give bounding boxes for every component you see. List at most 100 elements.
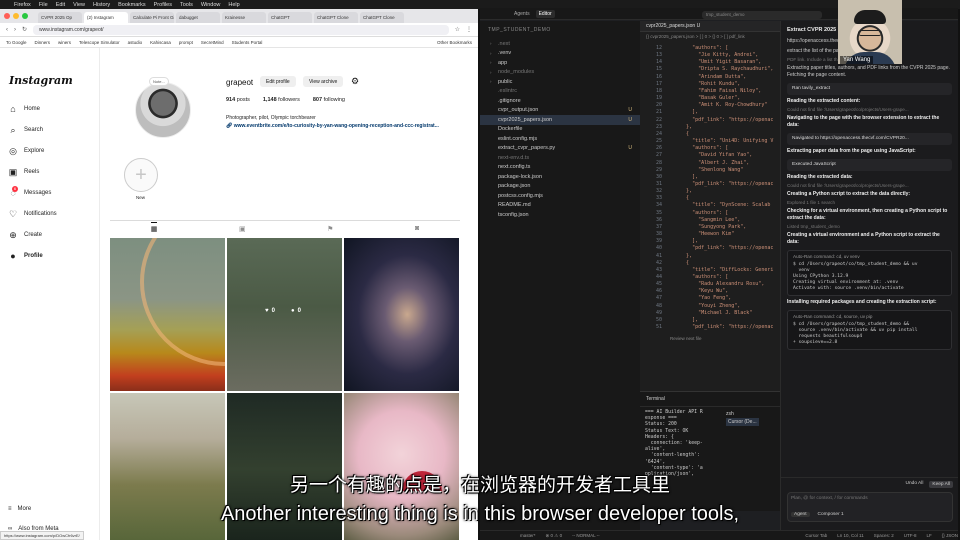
back-icon[interactable]: ‹ <box>6 27 8 33</box>
file-item[interactable]: tsconfig.json <box>480 210 640 220</box>
bookmark-item[interactable]: Students Portal <box>232 40 263 45</box>
code-line[interactable]: 17 "Rohit Kundu", <box>640 81 773 88</box>
sidebar-item-profile[interactable]: ● Profile <box>8 251 42 261</box>
browser-tab[interactable]: CVPR 2025 Op <box>38 12 82 23</box>
file-item[interactable]: › app <box>480 58 640 68</box>
bookmark-item[interactable]: winers <box>58 40 71 45</box>
code-line[interactable]: 50 ], <box>640 317 773 324</box>
menu-edit[interactable]: Edit <box>56 2 65 8</box>
code-line[interactable]: 12 "authors": [ <box>640 45 773 52</box>
code-line[interactable]: 51 "pdf_link": "https://openac <box>640 324 773 331</box>
code-line[interactable]: 31 "pdf_link": "https://openac <box>640 181 773 188</box>
note-bubble[interactable]: Note... <box>149 77 169 86</box>
sidebar-item-reels[interactable]: ▣ Reels <box>8 167 40 177</box>
code-line[interactable]: 18 "Fahim Faisal Niloy", <box>640 88 773 95</box>
bookmark-item[interactable]: Dinners <box>35 40 51 45</box>
code-line[interactable]: 43 "title": "DiffLocks: Generi <box>640 267 773 274</box>
code-line[interactable]: 20 "Amit K. Roy-Chowdhury" <box>640 102 773 109</box>
problems-count[interactable]: ⊗ 0 ⚠ 0 <box>546 533 563 539</box>
forward-icon[interactable]: › <box>14 27 16 33</box>
view-archive-button[interactable]: View archive <box>303 76 344 87</box>
new-highlight-button[interactable]: + <box>124 158 158 192</box>
code-line[interactable]: 33 { <box>640 195 773 202</box>
sidebar-item-explore[interactable]: ◎ Explore <box>8 146 44 156</box>
code-line[interactable]: 37 "Sungyong Park", <box>640 224 773 231</box>
file-item[interactable]: package-lock.json <box>480 172 640 182</box>
bookmark-item[interactable]: SecretMind <box>201 40 224 45</box>
code-line[interactable]: 23 }, <box>640 124 773 131</box>
followers-count[interactable]: 1,148 followers <box>263 97 300 103</box>
file-item[interactable]: › .next <box>480 39 640 49</box>
extensions-icon[interactable]: ⋮ <box>466 26 472 33</box>
file-item[interactable]: README.md <box>480 201 640 211</box>
cursor-position[interactable]: Ln 10, Col 11 <box>837 533 863 538</box>
code-line[interactable]: 19 "Basak Guler", <box>640 95 773 102</box>
code-line[interactable]: 25 "title": "Uni4D: Unifying V <box>640 138 773 145</box>
browser-tab[interactable]: ChatGPT Clone <box>360 12 404 23</box>
menu-view[interactable]: View <box>73 2 85 8</box>
file-item[interactable]: package.json <box>480 182 640 192</box>
browser-tab[interactable]: Krainesse <box>222 12 266 23</box>
file-item[interactable]: › public <box>480 77 640 87</box>
code-line[interactable]: 13 "Jie Kitty, Andrei", <box>640 52 773 59</box>
file-item[interactable]: next.config.ts <box>480 163 640 173</box>
code-line[interactable]: 35 "authors": [ <box>640 210 773 217</box>
bookmark-item[interactable]: Telescope Simulator <box>79 40 120 45</box>
indentation[interactable]: Spaces: 2 <box>874 533 894 538</box>
file-item[interactable]: postcss.config.mjs <box>480 191 640 201</box>
bookmark-item[interactable]: astudio <box>128 40 143 45</box>
reload-icon[interactable]: ↻ <box>22 26 27 33</box>
code-line[interactable]: 30 ], <box>640 174 773 181</box>
sidebar-item-create[interactable]: ⊕ Create <box>8 230 42 240</box>
instagram-logo[interactable]: Instagram <box>9 74 73 87</box>
code-line[interactable]: 29 "Shenlong Wang" <box>640 167 773 174</box>
git-branch[interactable]: master* <box>520 533 536 538</box>
saved-tab-icon[interactable]: ⚑ <box>327 225 333 233</box>
post-thumbnail[interactable]: ♥ 0 ● 0 <box>227 238 342 391</box>
command-block[interactable]: Auto-Ran command: cd, source, uv pip $ cd… <box>787 310 952 350</box>
code-line[interactable]: 44 "authors": [ <box>640 274 773 281</box>
terminal-session-cursor[interactable]: Cursor (De... <box>726 418 759 426</box>
tab-editor[interactable]: Editor <box>535 9 555 18</box>
browser-tab[interactable]: dabugget <box>176 12 220 23</box>
tool-call-chip[interactable]: Ran tavily_extract <box>787 83 952 95</box>
review-next-file-hint[interactable]: Review next file <box>670 335 702 342</box>
language-mode[interactable]: {} JSON <box>942 533 958 538</box>
code-content[interactable]: 12 "authors": [13 "Jie Kitty, Andrei", 14… <box>640 45 773 341</box>
tool-call-chip[interactable]: Executed JavaScript <box>787 159 952 171</box>
code-line[interactable]: 47 "Yao Feng", <box>640 295 773 302</box>
terminal-session-zsh[interactable]: zsh <box>726 410 759 418</box>
code-line[interactable]: 45 "Radu Alexandru Rosu", <box>640 281 773 288</box>
bookmark-star-icon[interactable]: ☆ <box>455 26 460 33</box>
menu-tools[interactable]: Tools <box>180 2 193 8</box>
address-bar[interactable]: www.instagram.com/grapeot/ <box>33 24 449 35</box>
menu-profiles[interactable]: Profiles <box>154 2 172 8</box>
command-block[interactable]: Auto-Ran command: cd, uv venv $ cd /Users… <box>787 250 952 296</box>
code-line[interactable]: 38 "Heewon Kim" <box>640 231 773 238</box>
avatar[interactable] <box>135 82 191 138</box>
code-line[interactable]: 48 "Youyi Zheng", <box>640 303 773 310</box>
code-line[interactable]: 32 }, <box>640 188 773 195</box>
tagged-tab-icon[interactable]: ◙ <box>415 225 419 232</box>
browser-tab[interactable]: Calculate Pi Front Gi <box>130 12 174 23</box>
file-item[interactable]: eslint.config.mjs <box>480 134 640 144</box>
reels-tab-icon[interactable]: ▣ <box>239 225 246 233</box>
cursor-tab-status[interactable]: Cursor Tab <box>805 533 827 538</box>
edit-profile-button[interactable]: Edit profile <box>260 76 296 87</box>
code-line[interactable]: 46 "Keyu Wu", <box>640 288 773 295</box>
editor-tab[interactable]: cvpr2025_papers.json U <box>640 21 780 32</box>
sidebar-item-home[interactable]: ⌂ Home <box>8 104 40 114</box>
code-line[interactable]: 16 "Arindam Dutta", <box>640 74 773 81</box>
code-line[interactable]: 14 "Umit Yigit Basaran", <box>640 59 773 66</box>
bookmark-item[interactable]: Kahiscasa <box>150 40 171 45</box>
file-item[interactable]: .gitignore <box>480 96 640 106</box>
other-bookmarks[interactable]: Other Bookmarks <box>437 40 472 45</box>
file-item[interactable]: Dockerfile <box>480 125 640 135</box>
menu-history[interactable]: History <box>93 2 110 8</box>
menu-firefox[interactable]: Firefox <box>14 2 31 8</box>
tool-result[interactable]: Listed tmp_student_demo <box>781 224 958 229</box>
code-line[interactable]: 15 "Dripta S. Raychaudhuri", <box>640 66 773 73</box>
command-search[interactable]: tmp_student_demo <box>702 11 822 19</box>
code-line[interactable]: 39 ], <box>640 238 773 245</box>
code-line[interactable]: 40 "pdf_link": "https://openac <box>640 245 773 252</box>
